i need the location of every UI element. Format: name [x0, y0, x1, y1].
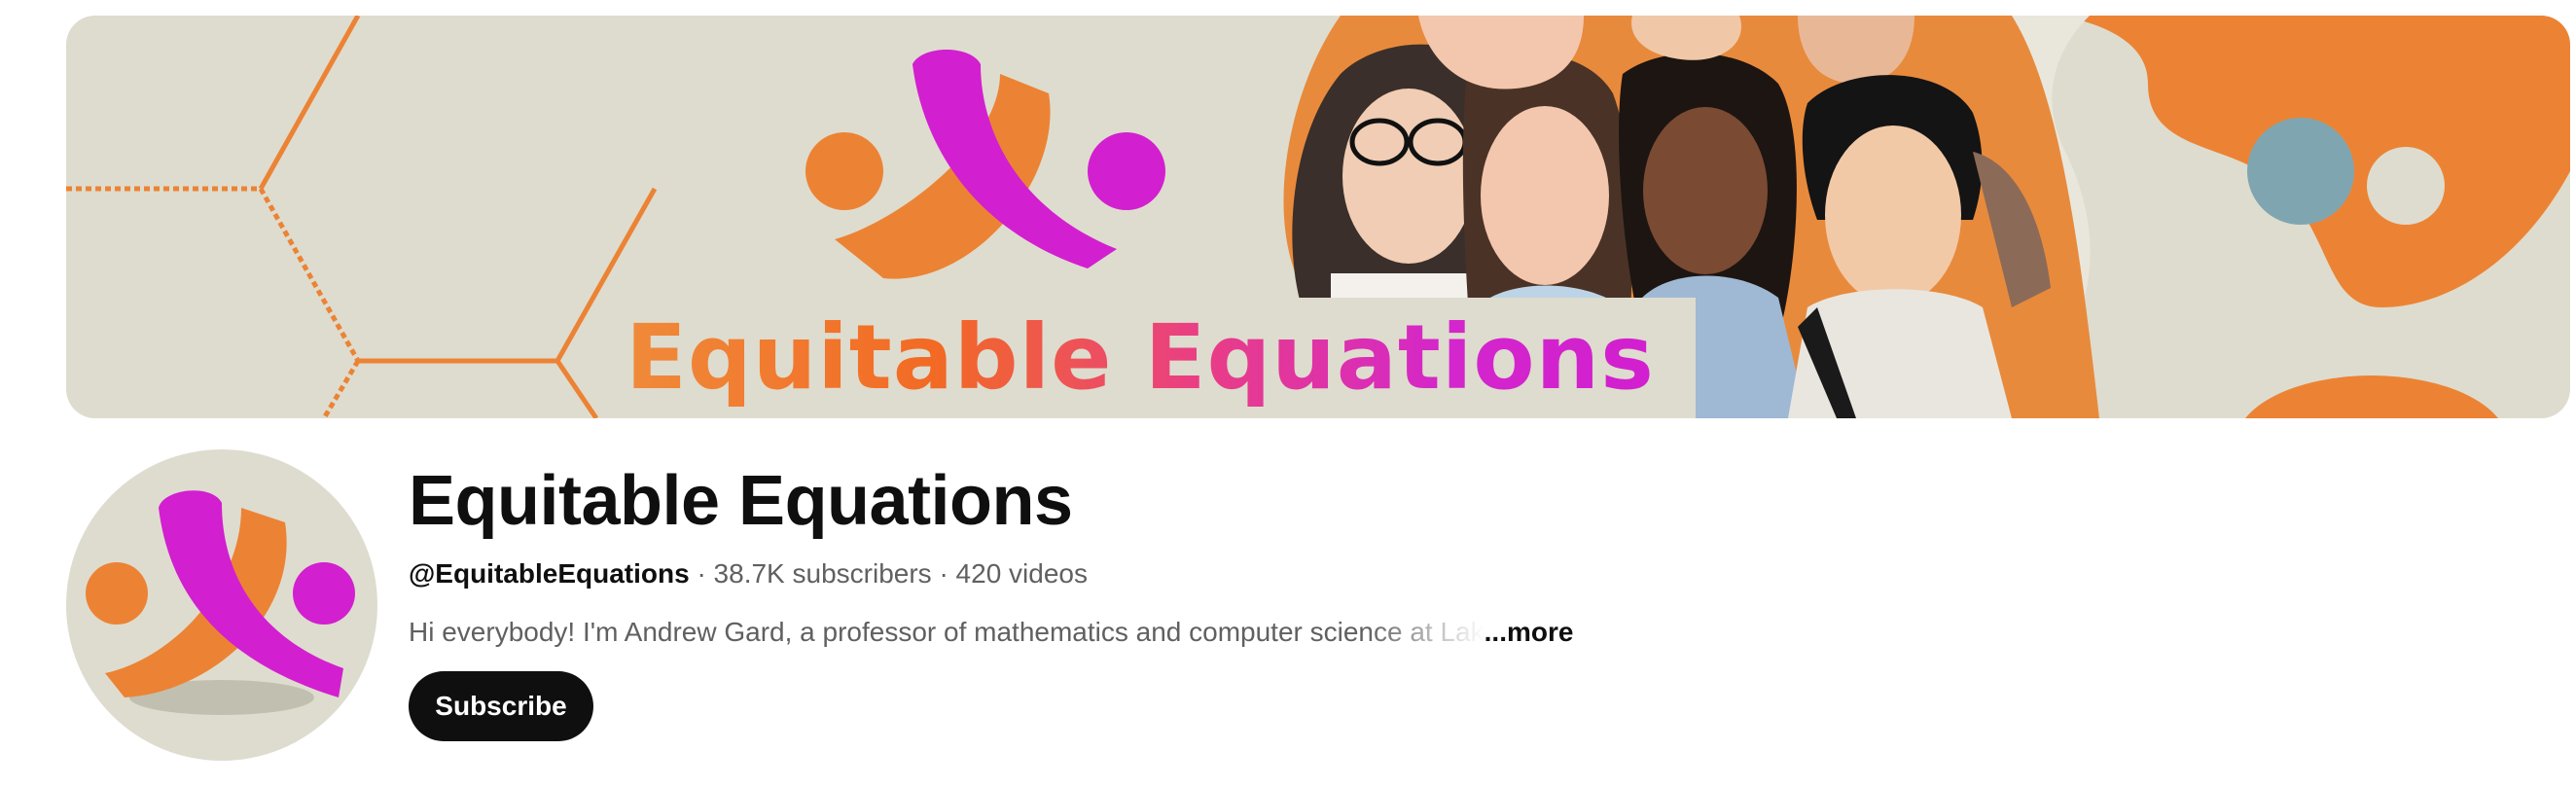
channel-banner: Equitable Equations — [66, 16, 2570, 418]
subscriber-count: 38.7K subscribers — [713, 558, 932, 589]
channel-name: Equitable Equations — [409, 462, 1073, 540]
banner-logo-mark — [805, 50, 1165, 279]
teal-circle-shape — [2247, 118, 2354, 225]
more-link[interactable]: ...more — [1485, 613, 1574, 652]
meta-separator: · — [697, 558, 706, 589]
video-count: 420 videos — [955, 558, 1088, 589]
subscribe-button[interactable]: Subscribe — [409, 671, 593, 741]
banner-title: Equitable Equations — [626, 300, 1655, 416]
hollow-circle-shape — [2367, 147, 2445, 225]
channel-avatar[interactable] — [66, 449, 377, 761]
avatar-logo-icon — [86, 490, 355, 715]
channel-meta: @EquitableEquations · 38.7K subscribers … — [409, 554, 1088, 593]
channel-description-row[interactable]: Hi everybody! I'm Andrew Gard, a profess… — [409, 613, 1573, 652]
orange-half-circle-shape — [2245, 375, 2498, 418]
channel-page: Equitable Equations Equitable Equations … — [0, 0, 2576, 786]
meta-separator: · — [939, 558, 948, 589]
hexagon-lines — [66, 16, 658, 418]
channel-handle[interactable]: @EquitableEquations — [409, 558, 690, 589]
channel-description[interactable]: Hi everybody! I'm Andrew Gard, a profess… — [409, 613, 1485, 652]
